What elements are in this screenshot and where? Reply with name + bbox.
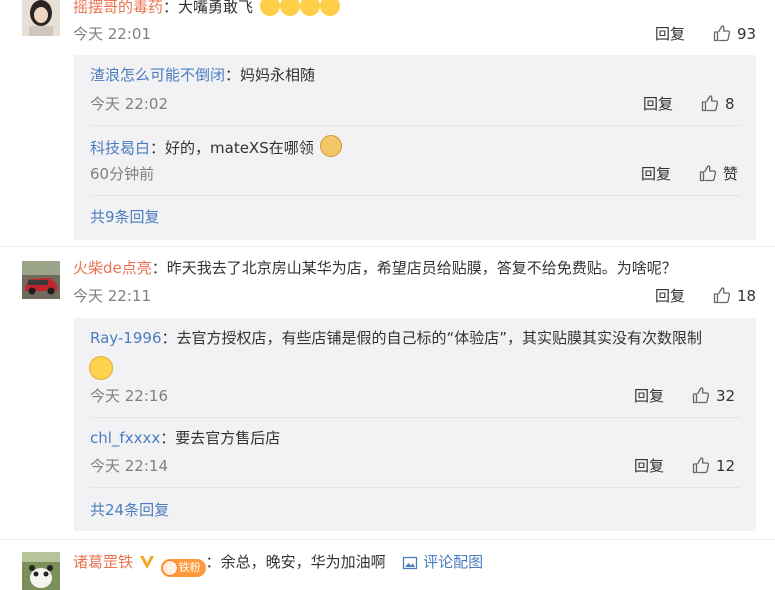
verified-v-icon (139, 556, 154, 569)
reply-time: 60分钟前 (90, 165, 155, 183)
emoji-icon (279, 0, 300, 16)
like-count: 8 (725, 95, 735, 113)
reply-username[interactable]: chl_fxxxx (90, 429, 160, 447)
reply-username[interactable]: 科技曷白 (90, 139, 150, 157)
emoji-icon (299, 0, 320, 16)
comment-username[interactable]: 诸葛罡铁 (73, 553, 133, 571)
like-button[interactable]: 93 (713, 24, 756, 44)
reply-list (74, 318, 756, 531)
fan-badge-icon (161, 560, 178, 576)
comment-username[interactable]: 火柴de点亮 (73, 259, 152, 277)
like-button[interactable]: 赞 (699, 164, 738, 184)
emoji-icon (259, 0, 280, 16)
like-button[interactable]: 8 (701, 94, 735, 114)
like-button[interactable]: 18 (713, 286, 756, 306)
divider (90, 195, 740, 196)
thumbs-up-icon (692, 387, 710, 404)
divider (90, 487, 740, 488)
thumbs-up-icon (692, 457, 710, 474)
reply-text: Ray-1996：去官方授权店，有些店铺是假的自己标的“体验店”，其实贴膜其实没… (90, 328, 702, 348)
reply-button[interactable]: 回复 (643, 94, 673, 114)
avatar[interactable] (22, 261, 60, 299)
reply-time: 今天 22:16 (90, 387, 168, 405)
reply-text: chl_fxxxx：要去官方售后店 (90, 428, 280, 448)
avatar[interactable] (22, 0, 60, 36)
thumbs-up-icon (699, 165, 717, 182)
thumbs-up-icon (713, 287, 731, 304)
picture-link-label[interactable]: 评论配图 (423, 553, 483, 571)
picture-link[interactable]: 评论配图 (402, 553, 483, 571)
divider (0, 246, 775, 247)
divider (0, 539, 775, 540)
more-replies-link[interactable]: 共24条回复 (90, 500, 169, 520)
comment-time: 今天 22:11 (73, 287, 151, 305)
reply-body: ：妈妈永相随 (225, 66, 316, 84)
avatar[interactable] (22, 552, 60, 590)
fan-badge-label: 铁粉 (178, 561, 201, 574)
comment-text: 诸葛罡铁 铁粉 ：余总，晚安，华为加油啊 评论配图 (73, 552, 483, 577)
image-icon (403, 556, 418, 570)
like-count: 32 (716, 387, 736, 405)
comment-body: ：大嘴勇敢飞 (163, 0, 254, 16)
thumbs-up-icon (713, 25, 731, 42)
reply-username[interactable]: 渣浪怎么可能不倒闭 (90, 66, 225, 84)
reply-body: ：好的，mateXS在哪领 (150, 139, 314, 157)
comment-text: 摇摆哥的毒药：大嘴勇敢飞 (73, 0, 340, 17)
comment-body: ：余总，晚安，华为加油啊 (205, 553, 386, 571)
comment-text: 火柴de点亮：昨天我去了北京房山某华为店，希望店员给贴膜，答复不给免费贴。为啥呢… (73, 258, 677, 278)
like-count: 赞 (723, 165, 739, 183)
reply-time: 今天 22:02 (90, 95, 168, 113)
smile-emoji-icon (89, 356, 113, 380)
reply-button[interactable]: 回复 (641, 164, 671, 184)
fan-badge: 铁粉 (160, 559, 206, 577)
divider (90, 125, 740, 126)
like-count: 18 (737, 287, 757, 305)
reply-body: ：要去官方售后店 (160, 429, 281, 447)
comment-time: 今天 22:01 (73, 25, 151, 43)
reply-text: 渣浪怎么可能不倒闭：妈妈永相随 (90, 65, 315, 85)
reply-button[interactable]: 回复 (655, 24, 685, 44)
emoji-icon (319, 0, 340, 16)
like-count: 93 (737, 25, 757, 43)
divider (90, 417, 740, 418)
reply-time: 今天 22:14 (90, 457, 168, 475)
more-replies-link[interactable]: 共9条回复 (90, 207, 160, 227)
comment-body: ：昨天我去了北京房山某华为店，希望店员给贴膜，答复不给免费贴。为啥呢？ (151, 259, 677, 277)
reply-button[interactable]: 回复 (655, 286, 685, 306)
like-button[interactable]: 12 (692, 456, 735, 476)
doge-emoji-icon (319, 135, 342, 157)
like-count: 12 (716, 457, 736, 475)
comment-username[interactable]: 摇摆哥的毒药 (73, 0, 163, 16)
like-button[interactable]: 32 (692, 386, 735, 406)
thumbs-up-icon (701, 95, 719, 112)
reply-body: ：去官方授权店，有些店铺是假的自己标的“体验店”，其实贴膜其实没有次数限制 (161, 329, 703, 347)
reply-text: 科技曷白：好的，mateXS在哪领 (90, 135, 342, 158)
reply-username[interactable]: Ray-1996 (90, 329, 161, 347)
reply-button[interactable]: 回复 (634, 456, 664, 476)
reply-button[interactable]: 回复 (634, 386, 664, 406)
